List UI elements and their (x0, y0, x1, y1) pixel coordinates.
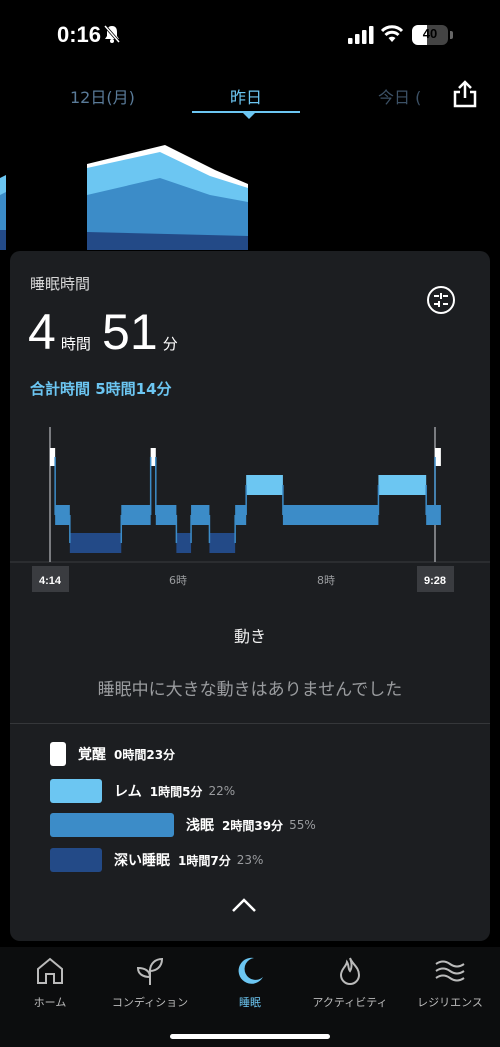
sleep-time-label: 睡眠時間 (30, 275, 91, 293)
legend-name: 覚醒 (78, 747, 106, 763)
legend-percent: 23% (236, 853, 264, 867)
legend-swatch-awake (50, 742, 66, 766)
section-divider (10, 723, 490, 724)
stage-segment (191, 505, 210, 525)
stage-segment (378, 475, 427, 495)
sleep-card: 睡眠時間 4 時間 51 分 合計時間 5時間14分 4:14 9:28 6時 … (10, 251, 490, 941)
sleep-minutes: 51 (102, 304, 158, 360)
sprout-icon (136, 957, 164, 985)
stage-segment (121, 505, 151, 525)
sleep-stage-chart[interactable]: 4:14 9:28 6時 8時 (10, 421, 490, 601)
legend-swatch-light (50, 813, 174, 837)
nav-label: コンディション (111, 996, 189, 1009)
nav-label: レジリエンス (417, 996, 483, 1009)
start-time-label: 4:14 (39, 575, 62, 587)
legend-swatch-rem (50, 779, 102, 803)
stage-segment (150, 448, 156, 466)
chevron-up-icon[interactable] (230, 896, 258, 914)
stage-segment (282, 505, 379, 525)
legend-name: 浅眠 (186, 818, 214, 834)
nav-sleep[interactable]: 睡眠 (200, 947, 300, 1017)
total-time: 合計時間 5時間14分 (30, 380, 172, 398)
battery-icon: 40 (412, 25, 448, 45)
date-tabs: 12日(月) 昨日 今日 ( (0, 72, 500, 122)
nav-label: アクティビティ (312, 996, 388, 1009)
legend-rem: レム 1時間5分 22% (50, 778, 235, 804)
moon-icon (238, 957, 263, 984)
tab-yesterday[interactable]: 昨日 (230, 84, 262, 108)
legend-swatch-deep (50, 848, 102, 872)
legend-duration: 0時間23分 (114, 747, 176, 762)
battery-tip (450, 31, 453, 39)
daily-summary-chart[interactable] (0, 140, 500, 250)
nav-resilience[interactable]: レジリエンス (400, 947, 500, 1017)
sleep-minutes-unit: 分 (162, 335, 178, 353)
legend-duration: 2時間39分 (222, 818, 284, 833)
nav-activity[interactable]: アクティビティ (300, 947, 400, 1017)
stage-segment (209, 533, 236, 553)
status-bar: 0:16 40 (0, 0, 500, 70)
bell-muted-icon (103, 25, 121, 43)
share-icon[interactable] (452, 80, 478, 108)
stage-segment (176, 533, 192, 553)
legend-name: 深い睡眠 (114, 853, 170, 869)
stage-segment (69, 533, 122, 553)
mini-prev-deep (0, 230, 6, 250)
tick-label-8: 8時 (317, 574, 335, 587)
waves-icon (435, 960, 465, 982)
stage-segment (155, 505, 177, 525)
sleep-hours: 4 (28, 304, 56, 360)
wifi-icon (380, 25, 404, 42)
bottom-nav: ホーム コンディション 睡眠 アクティビティ レジリエンス (0, 947, 500, 1047)
stage-segment (246, 475, 283, 495)
adjust-icon[interactable] (426, 285, 456, 315)
end-time-label: 9:28 (424, 575, 446, 587)
stage-segment (435, 448, 441, 466)
sleep-duration: 4 時間 51 分 (28, 303, 184, 361)
home-icon (37, 957, 63, 984)
flame-icon (339, 957, 361, 985)
home-indicator (170, 1034, 330, 1039)
legend-deep: 深い睡眠 1時間7分 23% (50, 847, 263, 873)
nav-home[interactable]: ホーム (0, 947, 100, 1017)
stage-segment (50, 448, 56, 466)
motion-message: 睡眠中に大きな動きはありませんでした (97, 680, 403, 700)
legend-awake: 覚醒 0時間23分 (50, 741, 175, 767)
nav-condition[interactable]: コンディション (100, 947, 200, 1017)
status-time: 0:16 (57, 22, 102, 47)
tick-label-6: 6時 (169, 574, 187, 587)
legend-percent: 22% (208, 784, 236, 798)
legend-duration: 1時間7分 (178, 853, 231, 868)
legend-light: 浅眠 2時間39分 55% (50, 812, 316, 838)
stage-segment (55, 505, 70, 525)
legend-name: レム (114, 784, 142, 800)
tab-previous-day[interactable]: 12日(月) (70, 84, 135, 108)
tab-caret (242, 112, 256, 119)
stage-segment (426, 505, 441, 525)
sleep-hours-unit: 時間 (60, 335, 91, 353)
nav-label: ホーム (33, 996, 67, 1009)
nav-label: 睡眠 (239, 996, 261, 1009)
stage-segment (235, 505, 247, 525)
motion-title: 動き (233, 627, 266, 646)
legend-duration: 1時間5分 (149, 784, 203, 799)
battery-level: 40 (422, 26, 438, 41)
tab-today[interactable]: 今日 ( (378, 84, 421, 108)
legend-percent: 55% (289, 818, 316, 832)
signal-icon (348, 26, 374, 44)
